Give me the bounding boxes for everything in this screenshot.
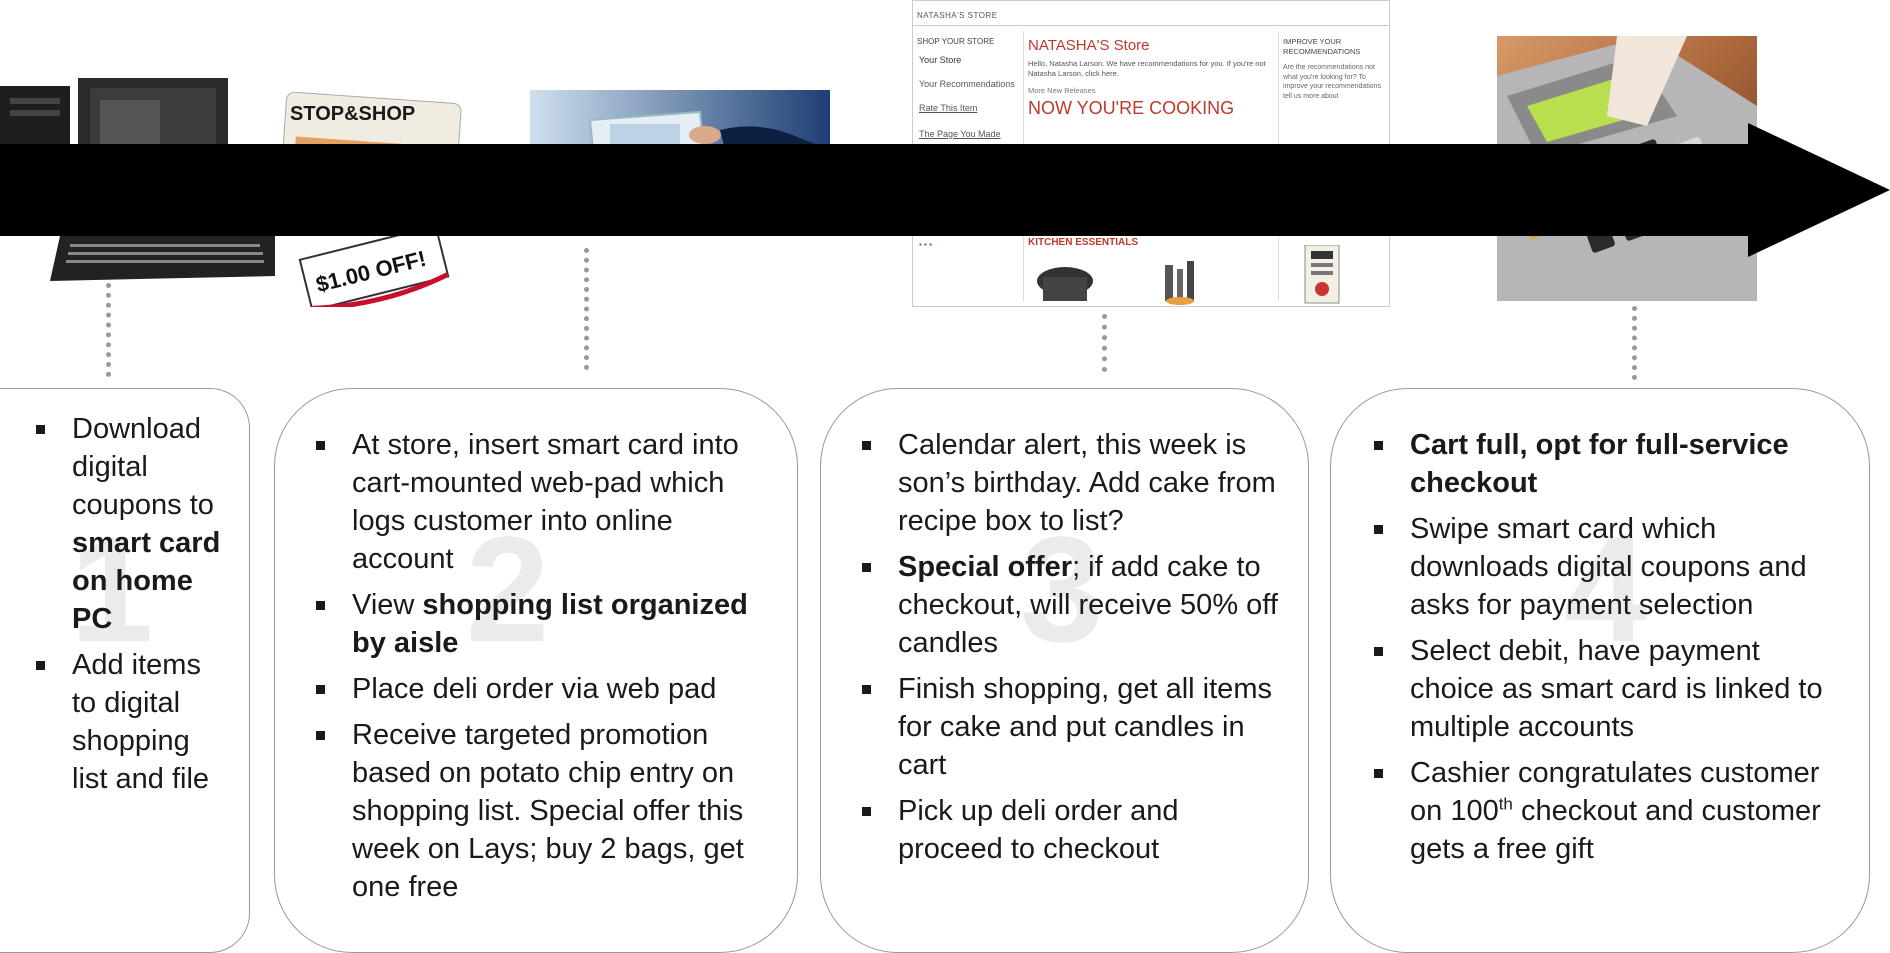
step-2-item: Place deli order via web pad	[312, 670, 767, 708]
step-4-list: Cart full, opt for full-service checkout…	[1370, 426, 1840, 876]
step-2-item: At store, insert smart card into cart-mo…	[312, 426, 767, 578]
step-3-item: Special offer; if add cake to checkout, …	[858, 548, 1278, 662]
store-banner: NOW YOU'RE COOKING	[1028, 98, 1235, 118]
step-4-item: Cashier congratulates customer on 100th …	[1370, 754, 1840, 868]
timeline-arrow-head	[1748, 123, 1890, 257]
step-4-item: Swipe smart card which downloads digital…	[1370, 510, 1840, 624]
store-right-title: IMPROVE YOUR RECOMMENDATIONS	[1283, 37, 1361, 56]
store-greeting: Hello, Natasha Larson. We have recommend…	[1028, 59, 1266, 78]
connector-4	[1632, 306, 1637, 380]
store-nav-item[interactable]: The Page You Made	[919, 129, 1001, 139]
store-nav-title: SHOP YOUR STORE	[917, 37, 995, 46]
store-new-releases: More New Releases	[1028, 86, 1096, 95]
card-brand: STOP&SHOP	[290, 103, 415, 125]
step-1-list: Download digital coupons to smart card o…	[32, 410, 222, 806]
step-1-item: Add items to digital shopping list and f…	[32, 646, 222, 798]
cookbook-image	[1304, 245, 1340, 304]
step-2-item: Receive targeted promotion based on pota…	[312, 716, 767, 906]
connector-1	[106, 283, 111, 377]
store-kitchen-essentials: KITCHEN ESSENTIALS	[1028, 237, 1139, 248]
store-nav-item[interactable]: Your Store	[919, 55, 961, 65]
step-2-item: View shopping list organized by aisle	[312, 586, 767, 662]
step-2-list: At store, insert smart card into cart-mo…	[312, 426, 767, 914]
step-3-item: Finish shopping, get all items for cake …	[858, 670, 1278, 784]
step-3-item: Calendar alert, this week is son’s birth…	[858, 426, 1278, 540]
store-right-text: Are the recommendations not what you're …	[1283, 64, 1382, 100]
store-nav-item[interactable]: Your Recommendations	[919, 79, 1015, 89]
cookware-image	[1037, 261, 1194, 305]
store-header: NATASHA'S STORE	[917, 11, 998, 20]
step-4-item: Select debit, have payment choice as sma…	[1370, 632, 1840, 746]
step-1-item: Download digital coupons to smart card o…	[32, 410, 222, 638]
connector-3	[1102, 314, 1107, 372]
timeline-arrow-bar	[0, 144, 1760, 236]
step-3-list: Calendar alert, this week is son’s birth…	[858, 426, 1278, 876]
store-nav-item[interactable]: Rate This Item	[919, 103, 977, 113]
step-3-item: Pick up deli order and proceed to checko…	[858, 792, 1278, 868]
store-title: NATASHA'S Store	[1028, 37, 1150, 54]
connector-2	[584, 248, 589, 370]
store-nav-links[interactable]: ▪ ▪ ▪	[919, 239, 989, 250]
step-4-item: Cart full, opt for full-service checkout	[1370, 426, 1840, 502]
